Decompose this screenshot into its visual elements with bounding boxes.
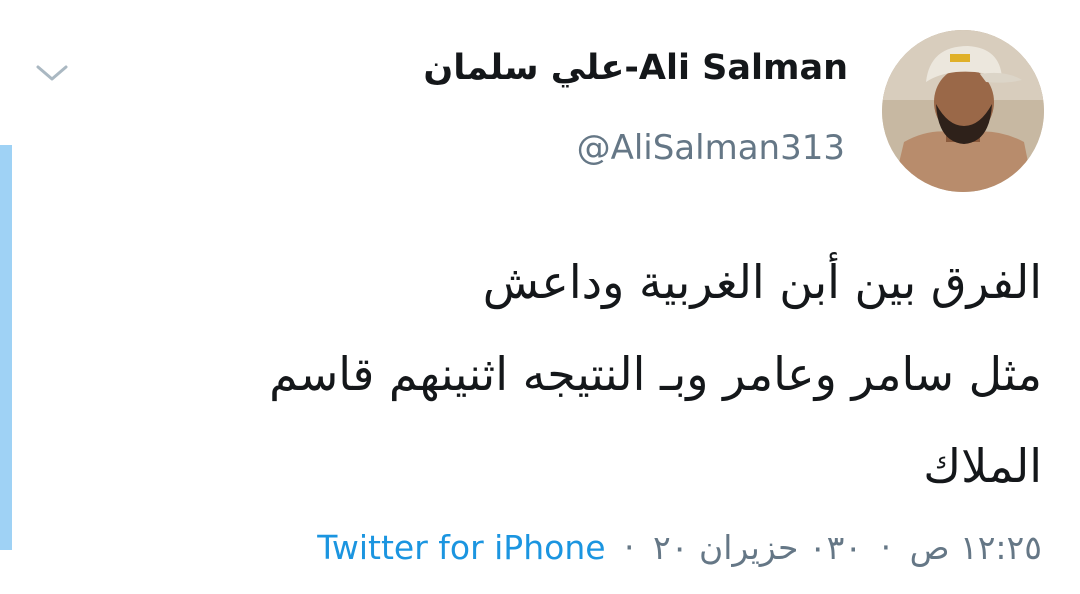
tweet-metadata: ١٢:٢٥ ص · ٠٣٠ حزيران ٢٠ · Twitter for iP… — [317, 528, 1042, 567]
tweet-source-link[interactable]: Twitter for iPhone — [317, 528, 605, 567]
chevron-down-icon[interactable] — [32, 58, 72, 88]
tweet-text-line: الملاك — [923, 439, 1042, 493]
meta-separator: · — [624, 528, 635, 567]
thread-line — [0, 145, 12, 550]
tweet-date[interactable]: ٠٣٠ حزيران ٢٠ — [653, 528, 862, 567]
author-handle[interactable]: @AliSalman313 — [577, 128, 845, 168]
tweet-detail: علي سلمان-Ali Salman @AliSalman313 الفرق… — [0, 0, 1080, 594]
meta-separator: · — [880, 528, 892, 567]
tweet-text: الفرق بين أبن الغربية وداعش مثل سامر وعا… — [62, 236, 1042, 512]
tweet-time[interactable]: ١٢:٢٥ ص — [910, 528, 1042, 567]
tweet-text-line: الفرق بين أبن الغربية وداعش — [482, 255, 1042, 309]
tweet-text-line: مثل سامر وعامر وبـ النتيجه اثنينهم قاسم — [269, 347, 1042, 401]
avatar[interactable] — [882, 30, 1044, 192]
avatar-photo — [882, 30, 1044, 192]
author-display-name[interactable]: علي سلمان-Ali Salman — [423, 48, 848, 88]
